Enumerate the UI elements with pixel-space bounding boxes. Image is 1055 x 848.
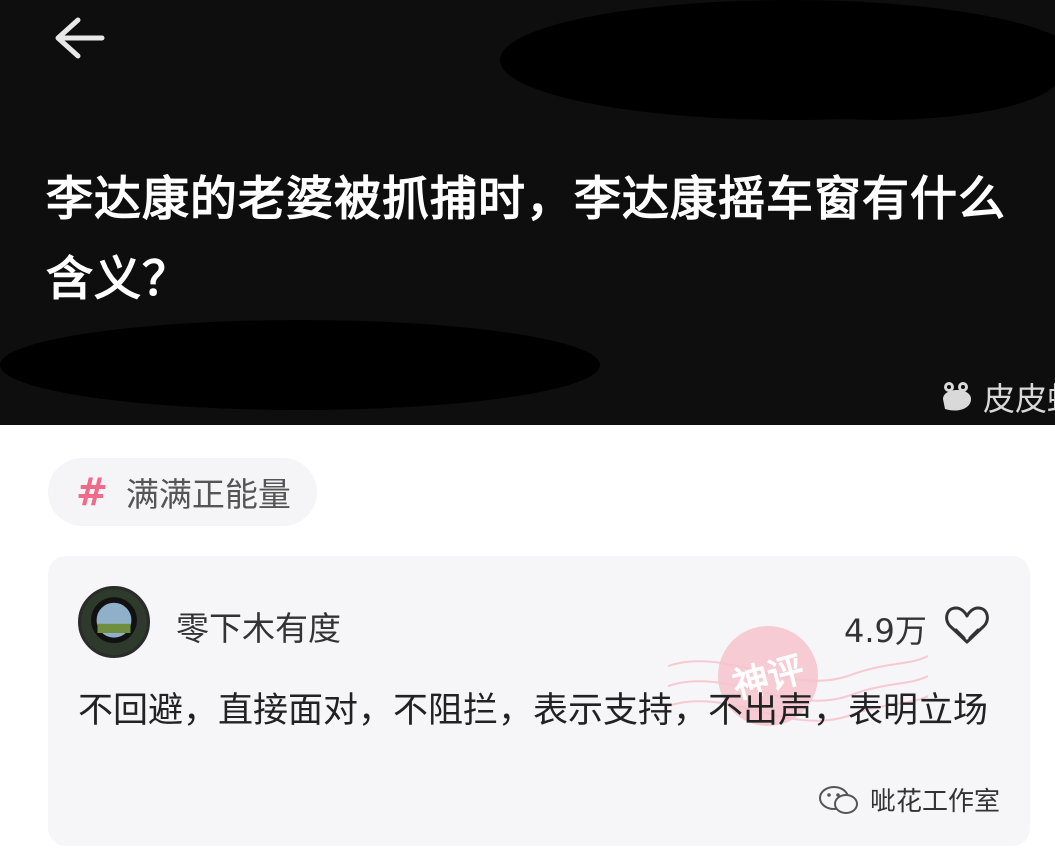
like-count: 4.9万 xyxy=(844,612,927,650)
brand-name: 皮皮虾 xyxy=(983,380,1055,418)
censor-smudge xyxy=(700,30,1055,120)
question-title: 李达康的老婆被抓捕时，李达康摇车窗有什么含义？ xyxy=(46,172,1006,307)
back-arrow-icon xyxy=(55,17,105,59)
top-comment-card: 神评 零下木有度 4.9万 不回避，直接面对，不阻拦，表示支持，不出声，表明立场… xyxy=(48,556,1030,846)
censor-smudge xyxy=(0,320,600,410)
avatar-image xyxy=(81,589,147,655)
question-header: 李达康的老婆被抓捕时，李达康摇车窗有什么含义？ 皮皮虾 xyxy=(0,0,1055,425)
topic-tag[interactable]: # 满满正能量 xyxy=(48,458,317,526)
like-button[interactable] xyxy=(942,600,992,648)
watermark-text: 呲花工作室 xyxy=(869,787,1000,817)
heart-like-icon xyxy=(945,606,989,644)
pipixia-logo-icon xyxy=(943,382,971,411)
wechat-watermark: 呲花工作室 xyxy=(818,781,1000,818)
username[interactable]: 零下木有度 xyxy=(176,602,341,650)
comment-text: 不回避，直接面对，不阻拦，表示支持，不出声，表明立场 xyxy=(78,691,989,731)
hashtag-icon: # xyxy=(76,470,108,514)
brand-watermark: 皮皮虾 xyxy=(937,372,1055,422)
back-button[interactable] xyxy=(46,10,110,66)
wechat-icon xyxy=(818,785,858,814)
topic-label: 满满正能量 xyxy=(125,475,291,514)
avatar[interactable] xyxy=(78,586,150,658)
